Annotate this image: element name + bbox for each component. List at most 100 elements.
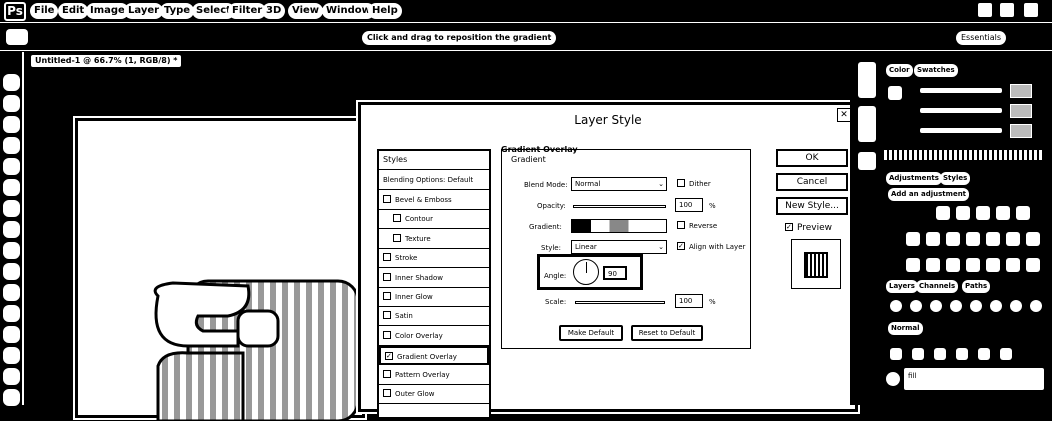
make-default-button[interactable]: Make Default	[559, 325, 623, 341]
adjustment-icon[interactable]	[966, 258, 980, 272]
menu-item-type[interactable]: Type	[160, 3, 195, 19]
menu-item-3d[interactable]: 3D	[262, 3, 286, 19]
paths-tab[interactable]: Paths	[962, 280, 991, 293]
crop-tool-icon[interactable]	[3, 158, 20, 175]
green-value[interactable]	[1010, 104, 1032, 118]
menu-item-layer[interactable]: Layer	[124, 3, 164, 19]
style-checkbox[interactable]	[393, 233, 401, 242]
style-checkbox[interactable]	[383, 311, 391, 320]
style-item-satin[interactable]: Satin	[379, 307, 489, 327]
adjustment-icon[interactable]	[1016, 206, 1030, 220]
styles-header[interactable]: Styles	[379, 151, 489, 170]
adjustment-icon[interactable]	[946, 232, 960, 246]
style-item-inner-shadow[interactable]: Inner Shadow	[379, 269, 489, 288]
blue-slider[interactable]	[920, 128, 1002, 133]
adjustment-icon[interactable]	[956, 206, 970, 220]
adjustments-tab[interactable]: Adjustments	[886, 172, 942, 185]
color-ramp[interactable]	[884, 150, 1044, 160]
lasso-tool-icon[interactable]	[3, 116, 20, 133]
layers-tab[interactable]: Layers	[886, 280, 918, 293]
layer-row[interactable]	[904, 368, 1044, 390]
opacity-slider[interactable]	[573, 205, 666, 208]
workspace-switcher[interactable]: Essentials	[956, 31, 1006, 45]
style-item-bevel-emboss[interactable]: Bevel & Emboss	[379, 191, 489, 210]
style-checkbox[interactable]	[393, 214, 401, 223]
close-icon[interactable]	[1024, 3, 1038, 17]
style-item-texture[interactable]: Texture	[379, 230, 489, 249]
style-checkbox[interactable]	[383, 389, 391, 397]
align-box[interactable]: ✓	[677, 242, 685, 250]
red-value[interactable]	[1010, 84, 1032, 98]
angle-dial[interactable]	[573, 259, 599, 285]
blend-mode-select[interactable]: Normal ⌄	[571, 177, 667, 191]
adjustment-icon[interactable]	[936, 206, 950, 220]
menu-item-window[interactable]: Window	[322, 3, 375, 19]
adjustment-icon[interactable]	[906, 232, 920, 246]
scale-slider[interactable]	[575, 301, 665, 304]
paragraph-icon[interactable]	[858, 152, 876, 170]
adjustment-icon[interactable]	[986, 258, 1000, 272]
menu-item-file[interactable]: File	[30, 3, 59, 19]
menu-item-image[interactable]: Image	[86, 3, 129, 19]
dialog-close-icon[interactable]: ✕	[837, 108, 851, 122]
style-item-color-overlay[interactable]: Color Overlay	[379, 327, 489, 346]
adjustment-icon[interactable]	[1006, 258, 1020, 272]
adjustment-icon[interactable]	[906, 258, 920, 272]
dither-checkbox[interactable]: Dither	[677, 179, 711, 188]
maximize-icon[interactable]	[1000, 3, 1014, 17]
blend-mode-dropdown[interactable]: Normal	[888, 322, 923, 335]
layer-tool-icon[interactable]	[910, 300, 922, 312]
adjustment-icon[interactable]	[1026, 258, 1040, 272]
layer-tool-icon[interactable]	[1010, 300, 1022, 312]
lock-icon[interactable]	[1000, 348, 1012, 360]
healing-tool-icon[interactable]	[3, 200, 20, 217]
style-checkbox[interactable]	[383, 369, 391, 378]
scale-input[interactable]: 100	[675, 294, 703, 308]
align-checkbox[interactable]: ✓ Align with Layer	[677, 242, 745, 251]
move-tool-icon[interactable]	[3, 74, 20, 91]
adjustment-icon[interactable]	[986, 232, 1000, 246]
move-tool-icon[interactable]	[6, 29, 28, 45]
style-select[interactable]: Linear ⌄	[571, 240, 667, 254]
preview-checkbox[interactable]: ✓ Preview	[785, 222, 832, 233]
layer-tool-icon[interactable]	[1030, 300, 1042, 312]
gradient-picker[interactable]	[571, 219, 667, 233]
style-checkbox[interactable]	[383, 253, 391, 262]
layer-tool-icon[interactable]	[970, 300, 982, 312]
lock-icon[interactable]	[912, 348, 924, 360]
style-item-gradient-overlay[interactable]: ✓ Gradient Overlay	[379, 346, 489, 366]
minimize-icon[interactable]	[978, 3, 992, 17]
adjustment-icon[interactable]	[1026, 232, 1040, 246]
style-checkbox[interactable]	[383, 330, 391, 339]
green-slider[interactable]	[920, 108, 1002, 113]
reverse-checkbox[interactable]: Reverse	[677, 221, 717, 230]
dodge-tool-icon[interactable]	[3, 326, 20, 343]
style-item-contour[interactable]: Contour	[379, 210, 489, 230]
foreground-color[interactable]	[888, 86, 902, 100]
eye-icon[interactable]	[886, 372, 900, 386]
layer-tool-icon[interactable]	[990, 300, 1002, 312]
style-item-pattern-overlay[interactable]: Pattern Overlay	[379, 366, 489, 385]
style-item-outer-glow[interactable]: Outer Glow	[379, 385, 489, 404]
quick-select-tool-icon[interactable]	[3, 137, 20, 154]
preview-box[interactable]: ✓	[785, 222, 793, 231]
document-tab[interactable]: Untitled-1 @ 66.7% (1, RGB/8) *	[30, 54, 183, 68]
red-slider[interactable]	[920, 88, 1002, 93]
marquee-tool-icon[interactable]	[3, 95, 20, 112]
stamp-tool-icon[interactable]	[3, 242, 20, 259]
menu-item-view[interactable]: View	[288, 3, 324, 19]
color-tab[interactable]: Color	[886, 64, 913, 77]
layer-tool-icon[interactable]	[950, 300, 962, 312]
cancel-button[interactable]: Cancel	[776, 173, 848, 191]
lock-icon[interactable]	[956, 348, 968, 360]
menu-item-filter[interactable]: Filter	[228, 3, 267, 19]
eraser-tool-icon[interactable]	[3, 284, 20, 301]
character-icon[interactable]	[858, 106, 876, 142]
path-tool-icon[interactable]	[3, 389, 20, 406]
lock-icon[interactable]	[934, 348, 946, 360]
adjustment-icon[interactable]	[946, 258, 960, 272]
document-canvas[interactable]	[73, 116, 367, 421]
opacity-input[interactable]: 100	[675, 198, 703, 212]
gradient-tool-icon[interactable]	[3, 305, 20, 322]
adjustment-icon[interactable]	[966, 232, 980, 246]
